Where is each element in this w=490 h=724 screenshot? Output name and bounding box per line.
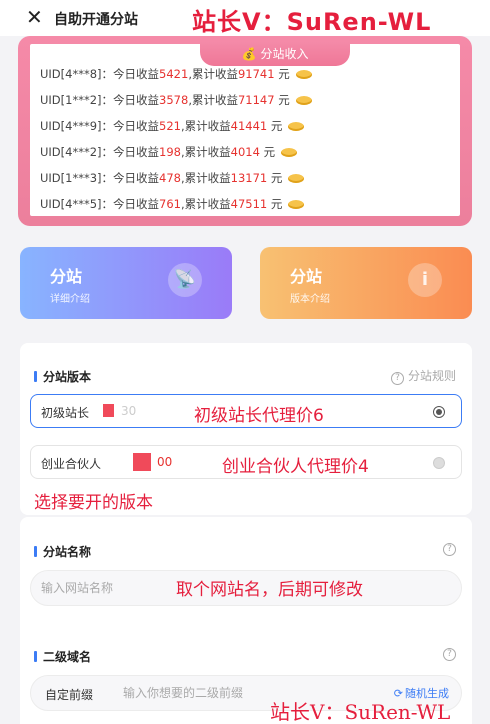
satellite-icon: 📡 <box>168 263 202 297</box>
income-row: UID[1***2]：今日收益3578,累计收益71147 元 <box>40 92 312 108</box>
income-tab: 💰 分站收入 <box>200 42 350 66</box>
price-redaction <box>133 453 151 471</box>
income-card: 💰 分站收入 UID[4***8]：今日收益5421,累计收益91741 元 UI… <box>18 36 472 226</box>
income-row: UID[4***9]：今日收益521,累计收益41441 元 <box>40 118 305 134</box>
close-icon[interactable]: ✕ <box>26 6 43 28</box>
income-row: UID[4***2]：今日收益198,累计收益4014 元 <box>40 144 298 160</box>
help-icon[interactable]: ? <box>443 543 456 556</box>
site-name-overlay: 取个网站名，后期可修改 <box>176 580 363 600</box>
income-list: 💰 分站收入 UID[4***8]：今日收益5421,累计收益91741 元 UI… <box>30 42 460 216</box>
substation-intro-button[interactable]: 分站 详细介绍 📡 <box>20 247 232 319</box>
promo-title: 分站 <box>290 267 323 286</box>
junior-price-overlay: 初级站长代理价6 <box>194 406 324 426</box>
choose-version-overlay: 选择要开的版本 <box>34 493 153 513</box>
price-redaction <box>103 404 114 417</box>
version-section-title: 分站版本 <box>34 368 91 385</box>
prefix-label: 自定前缀 <box>45 688 94 702</box>
subdomain-section-title: 二级域名 <box>34 648 91 665</box>
watermark-top: 站长V：SuRen-WL <box>192 8 432 36</box>
promo-subtitle: 详细介绍 <box>50 294 90 305</box>
help-icon: ? <box>390 372 404 385</box>
option-name: 初级站长 <box>41 406 90 420</box>
coin-icon <box>295 70 312 79</box>
partner-price-overlay: 创业合伙人代理价4 <box>222 457 369 477</box>
money-bag-icon: 💰 <box>241 47 257 61</box>
version-intro-button[interactable]: 分站 版本介绍 i <box>260 247 472 319</box>
site-info-card: 分站名称 ? 取个网站名，后期可修改 二级域名 ? 自定前缀 ⟳随机生成 <box>20 517 472 724</box>
coin-icon <box>288 174 305 183</box>
income-row: UID[1***3]：今日收益478,累计收益13171 元 <box>40 170 305 186</box>
coin-icon <box>281 148 298 157</box>
version-card: 分站版本 ? 分站规则 初级站长 30 初级站长代理价6 创业合伙人 00 创业合… <box>20 343 472 515</box>
option-price: 00 <box>157 455 173 469</box>
coin-icon <box>288 200 305 209</box>
rules-link[interactable]: ? 分站规则 <box>390 367 456 385</box>
option-name: 创业合伙人 <box>41 457 102 471</box>
coin-icon <box>288 122 305 131</box>
income-tab-label: 分站收入 <box>260 47 309 61</box>
income-row: UID[4***8]：今日收益5421,累计收益91741 元 <box>40 66 312 82</box>
radio-button[interactable] <box>433 457 445 469</box>
income-row: UID[4***5]：今日收益761,累计收益47511 元 <box>40 196 305 212</box>
option-price: 30 <box>121 404 137 418</box>
site-name-section-title: 分站名称 <box>34 543 91 560</box>
promo-title: 分站 <box>50 267 83 286</box>
watermark-bottom: 站长V：SuRen-WL <box>270 700 451 724</box>
coin-icon <box>295 96 312 105</box>
promo-subtitle: 版本介绍 <box>290 294 330 305</box>
page-title: 自助开通分站 <box>54 12 138 28</box>
help-icon[interactable]: ? <box>443 648 456 661</box>
info-icon: i <box>408 263 442 297</box>
radio-button[interactable] <box>433 406 445 418</box>
top-bar: ✕ 自助开通分站 站长V：SuRen-WL <box>0 0 490 36</box>
